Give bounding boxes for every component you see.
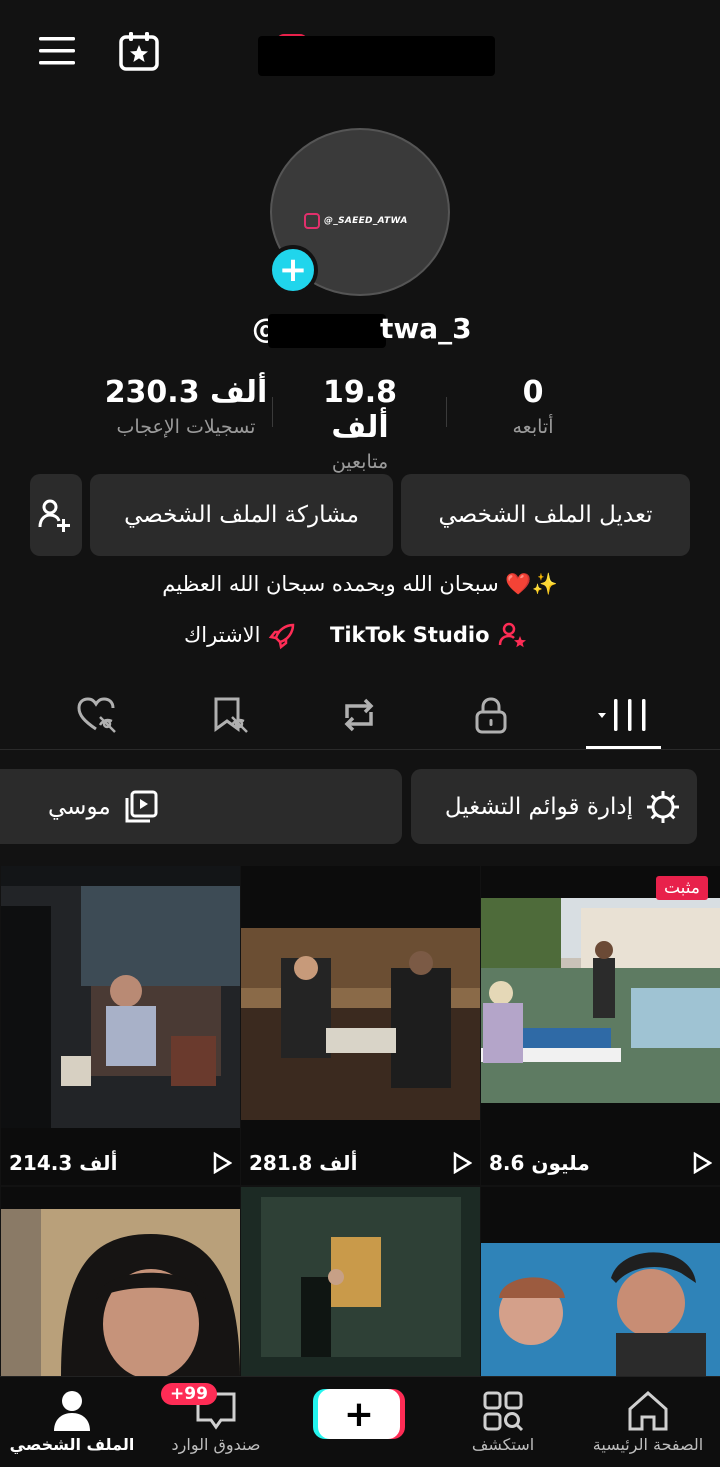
stat-followers[interactable]: 19.8 ألف متابعين (290, 375, 430, 473)
video-thumbnail-image (241, 928, 480, 1120)
video-thumbnail[interactable]: 281.8 ألف (241, 866, 480, 1185)
video-thumbnail-image (481, 1243, 720, 1383)
edit-profile-label: تعديل الملف الشخصي (438, 502, 653, 528)
view-count-text: 8.6 مليون (489, 1151, 590, 1175)
pinned-badge: مثبت (655, 876, 708, 900)
calendar-star-icon[interactable] (114, 26, 164, 76)
view-count-text: 214.3 ألف (9, 1151, 118, 1175)
tiktok-studio-link[interactable]: TikTok Studio (330, 620, 528, 650)
rocket-icon (269, 623, 295, 650)
likes-count: 230.3 ألف (104, 375, 268, 410)
following-count: 0 (522, 375, 544, 410)
video-thumbnail[interactable]: 214.3 ألف (1, 866, 240, 1185)
redacted-title (258, 36, 495, 76)
nav-discover[interactable]: استكشف (428, 1387, 578, 1454)
add-friend-icon (38, 499, 70, 532)
inbox-badge: +99 (161, 1383, 217, 1405)
manage-playlists-button[interactable]: إدارة قوائم التشغيل (411, 769, 697, 844)
avatar-text: @_SAEED_ATWA (324, 216, 408, 226)
content-tabs (0, 680, 720, 750)
play-icon (213, 1152, 232, 1174)
video-thumbnail[interactable]: مثبت 8.6 مليون (481, 866, 720, 1185)
stat-following[interactable]: 0 أتابعه (470, 375, 596, 438)
view-count: 281.8 ألف (249, 1151, 472, 1175)
video-grid: مثبت 8.6 مليون 281.8 ألف 214.3 ألف (0, 866, 720, 1467)
share-profile-button[interactable]: مشاركة الملف الشخصي (90, 474, 393, 556)
subscription-link[interactable]: الاشتراك (184, 620, 298, 650)
following-label: أتابعه (512, 416, 554, 438)
add-friend-button[interactable] (30, 474, 82, 556)
lock-icon (475, 697, 507, 734)
username-text: twa_3 (380, 312, 472, 345)
share-profile-label: مشاركة الملف الشخصي (124, 502, 359, 528)
nav-home-label: الصفحة الرئيسية (592, 1435, 704, 1454)
play-icon (453, 1152, 472, 1174)
nav-inbox[interactable]: صندوق الوارد +99 (141, 1383, 291, 1454)
discover-grid-icon (483, 1391, 524, 1432)
bottom-navigation: الصفحة الرئيسية استكشف + صندوق الوارد +9… (0, 1376, 720, 1467)
stat-divider (446, 397, 447, 427)
view-count: 8.6 مليون (489, 1151, 712, 1175)
nav-profile-label: الملف الشخصي (9, 1435, 135, 1454)
gear-icon (647, 790, 679, 823)
video-thumbnail-image (481, 898, 720, 1103)
followers-label: متابعين (331, 451, 389, 473)
tab-private[interactable] (456, 690, 526, 740)
active-tab-indicator (586, 746, 661, 749)
redacted-username (268, 314, 386, 348)
manage-playlists-label: إدارة قوائم التشغيل (444, 793, 633, 820)
bookmark-hidden-icon (214, 697, 248, 733)
tiktok-studio-label: TikTok Studio (330, 623, 490, 647)
profile-stats: 0 أتابعه 19.8 ألف متابعين 230.3 ألف تسجي… (0, 375, 720, 473)
bio-text: سبحان الله وبحمده سبحان الله العظيم ❤️✨ (162, 572, 558, 596)
top-bar (0, 0, 720, 100)
stat-likes[interactable]: 230.3 ألف تسجيلات الإعجاب (96, 375, 276, 438)
heart-hidden-icon (77, 697, 116, 733)
hamburger-menu-icon[interactable] (32, 26, 82, 76)
video-thumbnail-image (1, 866, 240, 1128)
nav-home[interactable]: الصفحة الرئيسية (573, 1387, 720, 1454)
edit-profile-button[interactable]: تعديل الملف الشخصي (401, 474, 690, 556)
profile-icon (54, 1391, 90, 1431)
play-icon (693, 1152, 712, 1174)
avatar-logo: @_SAEED_ATWA (304, 208, 420, 234)
likes-label: تسجيلات الإعجاب (116, 416, 256, 438)
username: @ twa_3 (0, 308, 720, 348)
view-count: 214.3 ألف (9, 1151, 232, 1175)
nav-profile[interactable]: الملف الشخصي (0, 1387, 147, 1454)
create-video-button[interactable]: + (318, 1389, 400, 1439)
videos-grid-icon (597, 699, 645, 731)
video-thumbnail-image (241, 1187, 480, 1376)
tab-reposts[interactable] (324, 690, 394, 740)
creator-star-icon (498, 622, 526, 648)
playlist-music[interactable]: موسي (0, 769, 402, 844)
tab-videos[interactable] (586, 690, 661, 740)
playlist-icon (125, 790, 158, 822)
home-icon (628, 1390, 668, 1431)
playlist-music-label: موسي (48, 793, 111, 820)
instagram-icon (304, 213, 320, 229)
subscription-label: الاشتراك (184, 623, 261, 647)
add-avatar-plus-icon[interactable]: + (268, 245, 318, 295)
tab-favorites[interactable] (195, 690, 265, 740)
repost-icon (344, 698, 374, 732)
view-count-text: 281.8 ألف (249, 1151, 358, 1175)
nav-inbox-label: صندوق الوارد (171, 1435, 261, 1454)
tab-liked[interactable] (62, 690, 132, 740)
video-thumbnail-image (1, 1209, 240, 1376)
nav-discover-label: استكشف (471, 1435, 535, 1454)
followers-count: 19.8 ألف (322, 375, 398, 445)
profile-links: TikTok Studio الاشتراك (0, 620, 720, 656)
